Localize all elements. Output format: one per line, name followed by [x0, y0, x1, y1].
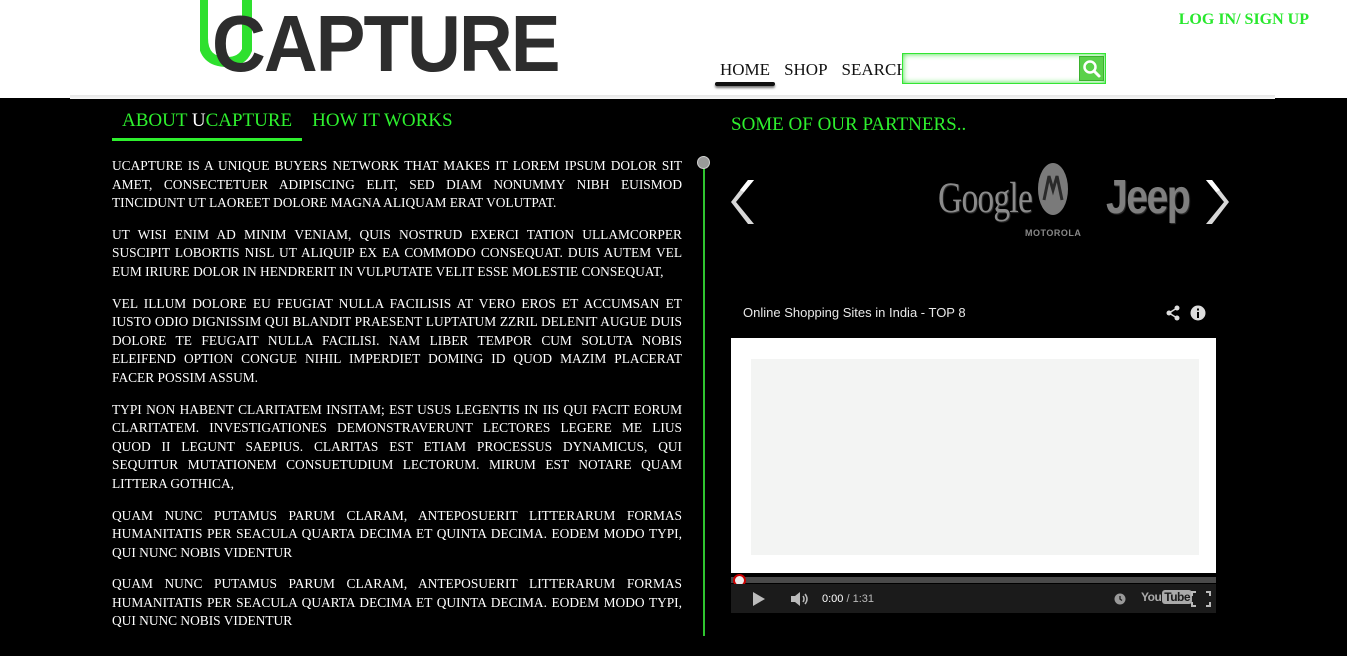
- youtube-logo[interactable]: You Tube: [1141, 590, 1193, 604]
- youtube-logo-tube: Tube: [1162, 590, 1193, 604]
- chevron-right-icon: [1206, 180, 1229, 224]
- video-progress-bar[interactable]: [731, 577, 1216, 583]
- info-icon[interactable]: [1190, 305, 1206, 321]
- about-paragraph: UT WISI ENIM AD MINIM VENIAM, QUIS NOSTR…: [112, 226, 682, 279]
- logo-text: CAPTURE: [212, 0, 560, 88]
- scrollbar-track[interactable]: [703, 156, 705, 636]
- nav-home[interactable]: HOME: [715, 58, 776, 86]
- about-paragraph: QUAM NUNC PUTAMUS PARUM CLARAM, ANTEPOSU…: [112, 507, 682, 560]
- scrollbar-thumb[interactable]: [697, 156, 710, 169]
- video-player[interactable]: [731, 338, 1216, 573]
- about-paragraph: UCAPTURE IS A UNIQUE BUYERS NETWORK THAT…: [112, 158, 682, 211]
- youtube-logo-you: You: [1141, 590, 1162, 604]
- video-time-separator: /: [843, 593, 853, 605]
- about-paragraph: VEL ILLUM DOLORE EU FEUGIAT NULLA FACILI…: [112, 295, 682, 385]
- tab-how-it-works[interactable]: HOW IT WORKS: [302, 110, 462, 138]
- share-icon[interactable]: [1165, 305, 1181, 321]
- search-input[interactable]: [906, 57, 1082, 82]
- about-paragraph: TYPI NON HABENT CLARITATEM INSITAM; EST …: [112, 401, 682, 491]
- carousel-prev-button[interactable]: [730, 178, 758, 226]
- video-content: [751, 359, 1199, 555]
- video-time: 0:00 / 1:31: [822, 593, 874, 605]
- partner-jeep-logo[interactable]: Jeep: [1106, 170, 1191, 225]
- auth-links: LOG IN/ SIGN UP: [1179, 11, 1309, 29]
- search-box: [902, 53, 1106, 84]
- content-tabs: ABOUT UCAPTURE HOW IT WORKS: [112, 110, 463, 141]
- header-divider: [70, 95, 1275, 99]
- partner-motorola-label: MOTOROLA: [1025, 228, 1082, 238]
- video-title[interactable]: Online Shopping Sites in India - TOP 8: [743, 305, 966, 320]
- tab-about-ucapture[interactable]: ABOUT UCAPTURE: [112, 110, 303, 141]
- tab-about-u: U: [191, 110, 206, 131]
- motorola-logo-icon[interactable]: [1036, 160, 1070, 218]
- main-nav: HOME SHOP SEARCH: [715, 58, 918, 86]
- chevron-left-icon: [731, 180, 754, 224]
- signup-link[interactable]: SIGN UP: [1241, 11, 1309, 28]
- partners-heading: SOME OF OUR PARTNERS..: [731, 114, 967, 135]
- video-controls: 0:00 / 1:31 You Tube: [731, 584, 1216, 613]
- volume-icon[interactable]: [790, 592, 810, 606]
- about-paragraph: QUAM NUNC PUTAMUS PARUM CLARAM, ANTEPOSU…: [112, 576, 682, 629]
- nav-shop[interactable]: SHOP: [779, 58, 832, 86]
- video-current-time: 0:00: [822, 593, 844, 605]
- watch-later-icon[interactable]: [1114, 593, 1126, 605]
- ucapture-logo[interactable]: CAPTURE: [100, 0, 560, 86]
- tab-about-rest: CAPTURE: [205, 110, 293, 131]
- partner-google-logo[interactable]: Google: [938, 174, 1033, 223]
- fullscreen-icon[interactable]: [1191, 591, 1211, 607]
- search-button[interactable]: [1079, 56, 1104, 81]
- about-text: UCAPTURE IS A UNIQUE BUYERS NETWORK THAT…: [112, 157, 682, 644]
- magnifier-icon: [1083, 60, 1101, 78]
- carousel-next-button[interactable]: [1202, 178, 1230, 226]
- tab-about-prefix: ABOUT: [122, 110, 192, 131]
- play-icon[interactable]: [752, 591, 766, 607]
- video-duration: 1:31: [852, 593, 875, 605]
- login-link[interactable]: LOG IN: [1179, 11, 1236, 28]
